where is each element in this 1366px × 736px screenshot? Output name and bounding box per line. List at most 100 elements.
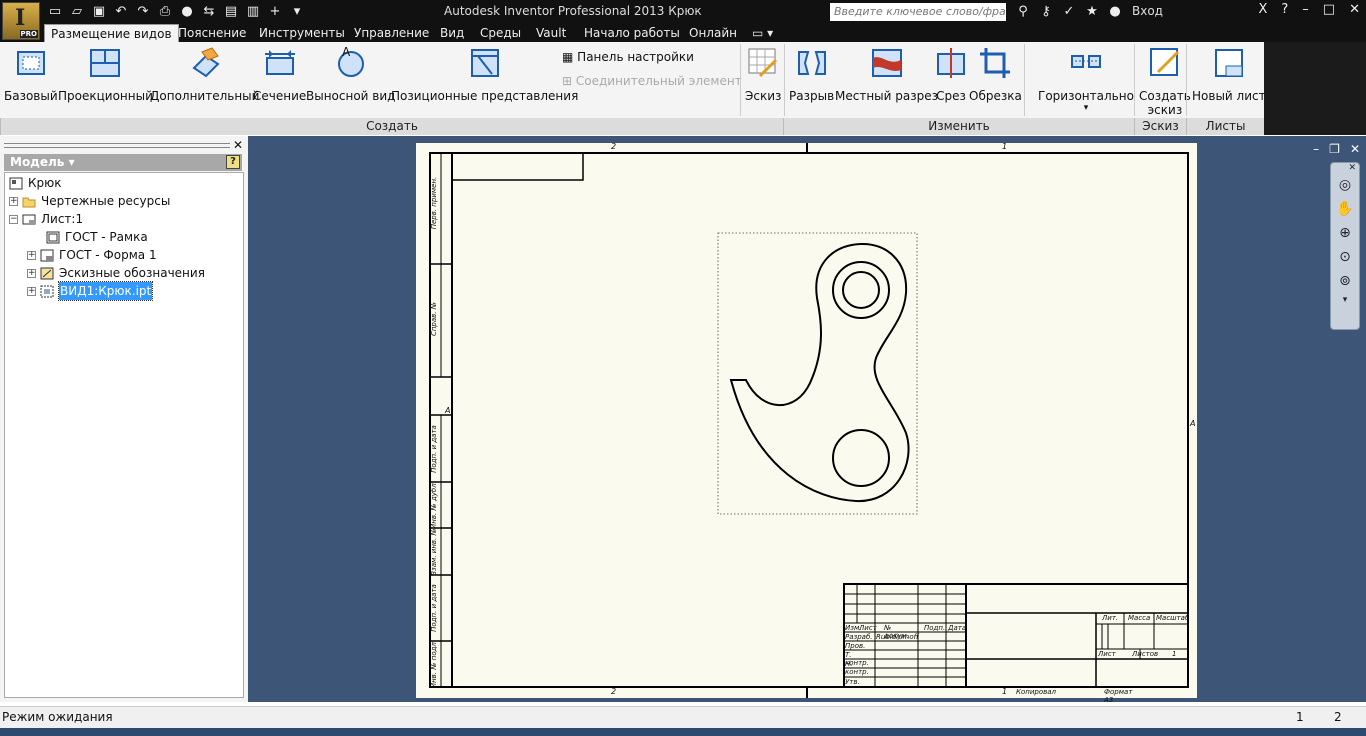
application-menu-button[interactable]: I PRO — [2, 2, 40, 40]
expand-icon[interactable]: + — [27, 250, 36, 260]
tree-node-title-block[interactable]: + ГОСТ - Форма 1 — [27, 246, 157, 264]
tab-tools[interactable]: Инструменты — [253, 24, 351, 42]
graphics-window[interactable]: – ❐ ✕ 2 1 2 1 A A Перв. примен. Справ. №… — [248, 136, 1366, 704]
browser-header[interactable]: Модель ▾ ? — [4, 154, 242, 171]
expand-icon[interactable]: + — [27, 286, 36, 296]
update-icon[interactable]: ⇆ — [200, 3, 218, 21]
add-icon[interactable]: + — [266, 3, 284, 21]
strip-label: Взам. инв. № — [430, 528, 438, 576]
panel-settings-button[interactable]: ▦ Панель настройки — [562, 50, 694, 64]
close-icon[interactable]: ✕ — [1349, 2, 1360, 17]
view-icon — [40, 285, 54, 297]
doc-minimize-icon[interactable]: – — [1313, 142, 1319, 156]
tab-online[interactable]: Онлайн — [683, 24, 743, 42]
projected-view-button[interactable]: Проекционный — [58, 46, 153, 103]
new-sheet-button[interactable]: Новый лист — [1192, 46, 1266, 103]
exchange-icon[interactable]: X — [1258, 2, 1267, 17]
zone-label-top-2: 2 — [611, 142, 617, 151]
tree-node-drawing[interactable]: Крюк — [9, 174, 62, 192]
maximize-icon[interactable]: □ — [1323, 2, 1335, 17]
sketch-button[interactable]: Эскиз — [745, 46, 781, 103]
inventor-logo-icon: I — [15, 5, 26, 31]
status-count-2: 2 — [1334, 710, 1342, 724]
panel-sketch-label[interactable]: Эскиз — [1134, 118, 1186, 135]
undo-icon[interactable]: ↶ — [112, 3, 130, 21]
slice-button[interactable]: Срез — [934, 46, 968, 103]
positional-reps-button[interactable]: Позиционные представления — [391, 46, 578, 103]
favorites-icon[interactable]: ★ — [1083, 3, 1101, 21]
tree-node-sheet-1[interactable]: − Лист:1 — [9, 210, 83, 228]
key-icon[interactable]: ⚷ — [1037, 3, 1055, 21]
copy-design-icon[interactable]: ▥ — [244, 3, 262, 21]
zoom-window-icon[interactable]: ⊙ — [1331, 245, 1359, 269]
drawing-sheet[interactable]: 2 1 2 1 A A Перв. примен. Справ. № Подп.… — [416, 142, 1197, 704]
horizontal-alignment-button[interactable]: Горизонтально ▾ — [1038, 46, 1134, 113]
tree-node-sketch-symbols[interactable]: + Эскизные обозначения — [27, 264, 205, 282]
tab-get-started[interactable]: Начало работы — [578, 24, 686, 42]
tab-manage[interactable]: Управление — [348, 24, 435, 42]
navigation-bar: ✕ ◎ ✋ ⊕ ⊙ ⊚ ▾ — [1330, 162, 1360, 330]
subscription-icon[interactable]: ✓ — [1060, 3, 1078, 21]
steering-wheel-icon[interactable]: ◎ — [1331, 173, 1359, 197]
collapse-icon[interactable]: − — [9, 214, 18, 224]
doc-restore-icon[interactable]: ❐ — [1329, 142, 1340, 156]
select-icon[interactable]: ● — [178, 3, 196, 21]
pan-icon[interactable]: ✋ — [1331, 197, 1359, 221]
browser-close-icon[interactable]: ✕ — [233, 138, 243, 152]
crop-button[interactable]: Обрезка — [969, 46, 1022, 103]
customize-qat-icon[interactable]: ▾ — [288, 3, 306, 21]
panel-create-label[interactable]: Создать — [0, 118, 783, 135]
new-sheet-icon — [1214, 49, 1243, 77]
save-icon[interactable]: ▣ — [90, 3, 108, 21]
panel-modify-label[interactable]: Изменить — [783, 118, 1134, 135]
browser-help-icon[interactable]: ? — [226, 155, 240, 169]
auxiliary-view-button[interactable]: Дополнительный — [150, 46, 259, 103]
new-icon[interactable]: ▭ — [46, 3, 64, 21]
expand-icon[interactable]: + — [27, 268, 36, 278]
project-icon[interactable]: ▤ — [222, 3, 240, 21]
browser-grip[interactable] — [4, 143, 230, 148]
binoculars-icon[interactable]: ⚲ — [1014, 3, 1032, 21]
doc-close-icon[interactable]: ✕ — [1350, 142, 1360, 156]
connecting-element-button[interactable]: ⊞ Соединительный элемент — [562, 74, 742, 88]
zoom-icon[interactable]: ⊕ — [1331, 221, 1359, 245]
drawing-svg — [416, 143, 1197, 698]
tree-node-view-1[interactable]: + ВИД1:Крюк.ipt — [27, 281, 154, 301]
tree-node-drawing-resources[interactable]: + Чертежные ресурсы — [9, 192, 170, 210]
expand-icon[interactable]: + — [9, 196, 18, 206]
base-view-button[interactable]: Базовый — [4, 46, 58, 103]
open-icon[interactable]: ▱ — [68, 3, 86, 21]
sheet-icon — [22, 214, 36, 224]
redo-icon[interactable]: ↷ — [134, 3, 152, 21]
tab-vault[interactable]: Vault — [530, 24, 572, 42]
ribbon: Базовый Проекционный Дополнительный Сече… — [0, 42, 1366, 135]
ribbon-options-icon[interactable]: ▭ ▾ — [746, 24, 779, 42]
tab-annotate[interactable]: Пояснение — [172, 24, 252, 42]
tree-node-border[interactable]: ГОСТ - Рамка — [46, 228, 148, 246]
break-icon — [797, 51, 826, 75]
tab-place-views[interactable]: Размещение видов — [44, 24, 179, 42]
detail-view-button[interactable]: A Выносной вид — [306, 45, 395, 103]
help-menu-icon[interactable]: ? — [1281, 2, 1288, 17]
zone-label-bottom-2: 2 — [611, 687, 617, 696]
panel-sheets-label[interactable]: Листы — [1186, 118, 1264, 135]
zoom-all-icon[interactable]: ⊚ — [1331, 269, 1359, 293]
break-out-button[interactable]: Местный разрез — [835, 46, 938, 103]
user-icon[interactable]: ● — [1106, 3, 1124, 21]
strip-label: Инв. № подл. — [430, 639, 438, 689]
tab-view[interactable]: Вид — [434, 24, 470, 42]
navbar-menu-icon[interactable]: ▾ — [1331, 293, 1359, 307]
minimize-icon[interactable]: – — [1302, 2, 1309, 17]
section-view-button[interactable]: Сечение — [253, 46, 306, 103]
horizontal-alignment-icon — [1070, 55, 1101, 68]
navbar-close-icon[interactable]: ✕ — [1331, 163, 1359, 173]
tab-environments[interactable]: Среды — [474, 24, 527, 42]
strip-label: Подп. и дата — [430, 584, 438, 632]
sign-in-button[interactable]: Вход — [1132, 4, 1163, 18]
svg-text:A: A — [342, 46, 351, 59]
zone-label-left-a: A — [445, 406, 451, 415]
create-sketch-button[interactable]: Создать эскиз — [1139, 46, 1191, 117]
break-button[interactable]: Разрыв — [789, 46, 834, 103]
print-icon[interactable]: ⎙ — [156, 3, 174, 21]
search-input[interactable]: Введите ключевое слово/фразу — [830, 3, 1006, 21]
